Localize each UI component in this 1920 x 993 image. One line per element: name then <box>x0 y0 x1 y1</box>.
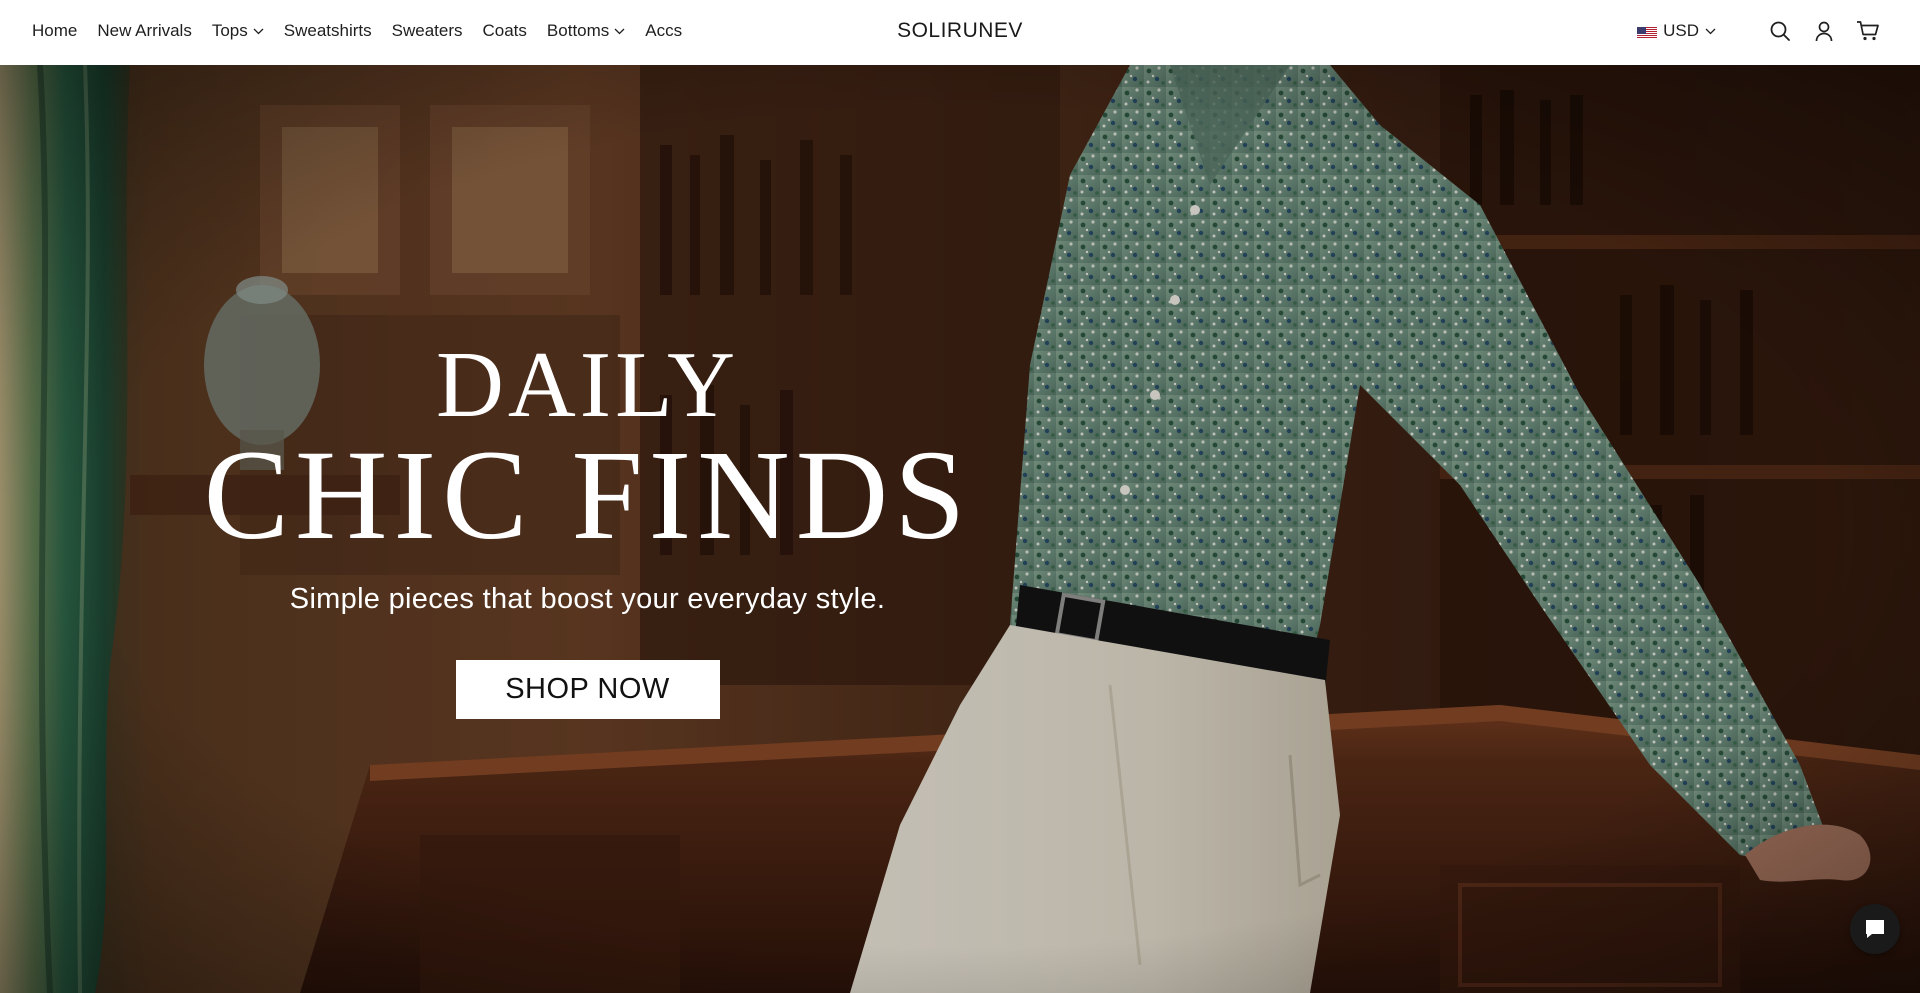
nav-item-tops[interactable]: Tops <box>212 21 264 41</box>
hero-content: DAILY CHIC FINDS Simple pieces that boos… <box>175 335 1000 719</box>
chevron-down-icon <box>253 28 264 35</box>
search-icon[interactable] <box>1768 19 1792 43</box>
nav-item-home[interactable]: Home <box>32 21 77 41</box>
nav-label: Bottoms <box>546 21 610 40</box>
nav-item-bottoms[interactable]: Bottoms <box>547 21 625 41</box>
account-icon[interactable] <box>1812 19 1836 43</box>
chevron-down-icon <box>1705 28 1716 35</box>
nav-label: Coats <box>482 21 527 40</box>
hero-title-line1: DAILY <box>436 333 739 437</box>
nav-item-coats[interactable]: Coats <box>483 21 527 41</box>
shop-now-button[interactable]: SHOP NOW <box>455 660 720 719</box>
hero-banner: DAILY CHIC FINDS Simple pieces that boos… <box>0 65 1920 993</box>
nav-label: Sweaters <box>391 21 463 40</box>
nav-item-sweaters[interactable]: Sweaters <box>392 21 463 41</box>
us-flag-icon <box>1637 25 1658 38</box>
nav-label: Accs <box>645 21 683 40</box>
main-nav: Home New Arrivals Tops Sweatshirts Sweat… <box>32 0 702 62</box>
chevron-down-icon <box>614 28 625 35</box>
cart-icon[interactable] <box>1856 19 1880 43</box>
header-tools: USD <box>1637 0 1880 62</box>
chat-button[interactable] <box>1850 904 1900 954</box>
nav-label: New Arrivals <box>97 21 192 40</box>
nav-label: Home <box>32 21 78 40</box>
site-header: Home New Arrivals Tops Sweatshirts Sweat… <box>0 0 1920 65</box>
nav-label: Sweatshirts <box>283 21 372 40</box>
nav-label: Tops <box>211 21 248 40</box>
currency-label: USD <box>1663 21 1699 40</box>
nav-item-accs[interactable]: Accs <box>645 21 682 41</box>
hero-subtitle: Simple pieces that boost your everyday s… <box>289 583 886 615</box>
chat-bubble-icon <box>1863 917 1887 941</box>
brand-logo[interactable]: SOLIRUNEV <box>897 19 1023 43</box>
currency-selector[interactable]: USD <box>1637 21 1716 41</box>
hero-title-line2: CHIC FINDS <box>203 424 972 566</box>
nav-item-sweatshirts[interactable]: Sweatshirts <box>284 21 372 41</box>
nav-item-new-arrivals[interactable]: New Arrivals <box>97 21 191 41</box>
